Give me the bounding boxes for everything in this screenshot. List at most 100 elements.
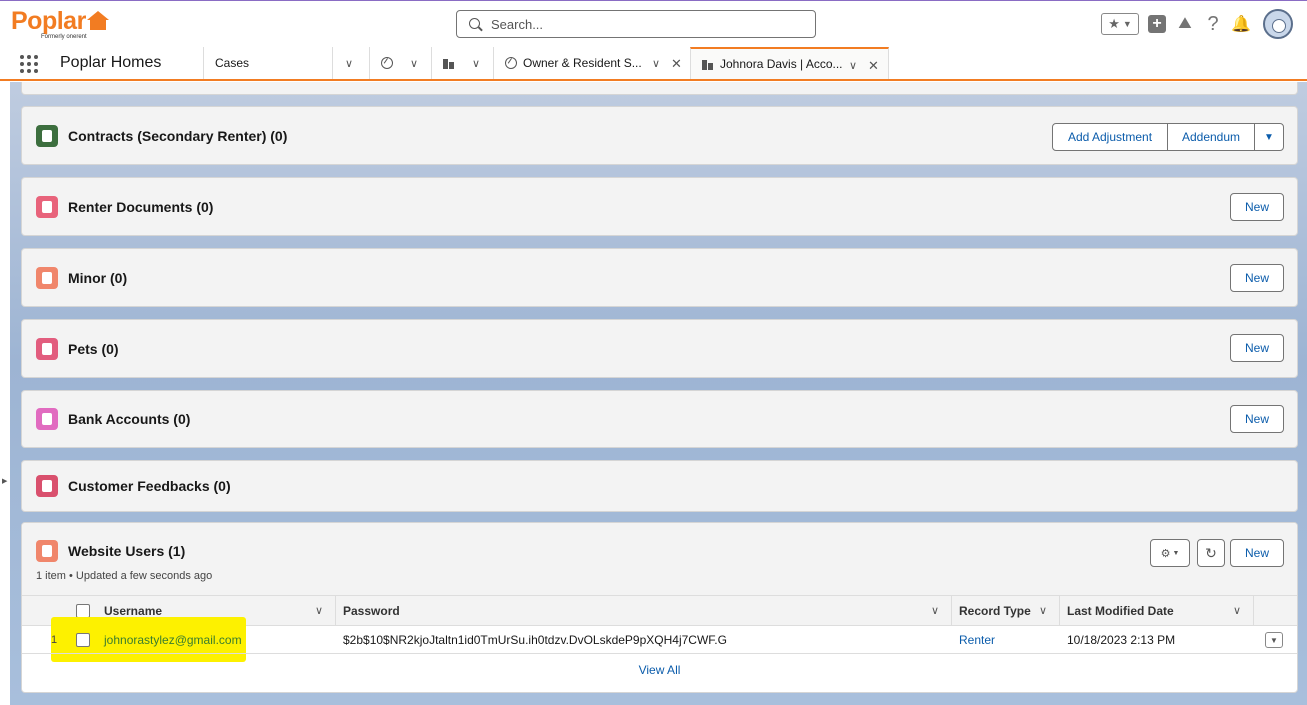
globe-icon [381,57,393,69]
new-button[interactable]: New [1230,539,1284,567]
new-button[interactable]: New [1230,264,1284,292]
card-title[interactable]: Renter Documents (0) [68,199,213,215]
gear-icon: ⚙ [1160,547,1171,560]
column-label: Username [104,604,163,618]
close-tab-icon[interactable]: ✕ [671,56,682,72]
website-users-related-list: Website Users (1) 1 item • Updated a few… [21,522,1298,693]
global-header: Poplar Formerly onerent Search... ★ ▼ + ⛰… [0,0,1307,47]
customer-feedbacks-related-list: Customer Feedbacks (0) [21,460,1298,512]
card-title[interactable]: Minor (0) [68,270,127,286]
card-header: Minor (0) [36,249,127,306]
chevron-down-icon: ▼ [1122,19,1132,29]
notifications-bell-icon[interactable]: 🔔 [1231,13,1251,35]
row-select-checkbox[interactable] [76,633,90,647]
tab-johnora-davis-account[interactable]: Johnora Davis | Acco... ∨ ✕ [690,47,889,79]
renter-documents-related-list: Renter Documents (0) New [21,177,1298,236]
favorites-button[interactable]: ★ ▼ [1101,13,1139,35]
card-title[interactable]: Bank Accounts (0) [68,411,190,427]
addendum-button[interactable]: Addendum [1167,123,1255,151]
refresh-icon: ↻ [1205,544,1217,561]
people-icon [36,266,58,289]
globe-icon [505,57,517,69]
column-header-record-type[interactable]: Record Type ∨ [952,596,1060,626]
poplar-logo[interactable]: Poplar Formerly onerent [11,9,109,40]
card-header: Bank Accounts (0) [36,391,190,447]
chevron-down-icon: ∨ [410,58,419,70]
global-search-input[interactable]: Search... [456,10,816,38]
tab-label: Owner & Resident S... [523,56,642,70]
refresh-button[interactable]: ↻ [1197,539,1225,567]
tab-label: Cases [215,56,250,70]
chevron-down-icon[interactable]: ∨ [931,604,939,617]
tab-owner-resident[interactable]: Owner & Resident S... ∨ ✕ [493,47,690,79]
more-actions-dropdown-button[interactable]: ▼ [1254,123,1284,151]
card-title[interactable]: Customer Feedbacks (0) [68,478,231,494]
chevron-down-icon[interactable]: ∨ [1233,604,1241,617]
people-icon [36,539,58,562]
tab-building[interactable]: ∨ [431,47,493,79]
logo-text: Poplar [11,7,86,35]
row-actions-cell: ▼ [1258,626,1288,654]
card-title[interactable]: Website Users (1) [68,543,185,559]
new-button[interactable]: New [1230,334,1284,362]
chevron-down-icon: ▼ [1264,131,1274,143]
search-icon [469,18,480,29]
global-actions-button[interactable]: + [1147,13,1167,35]
new-button[interactable]: New [1230,193,1284,221]
expand-arrow-icon[interactable]: ▶ [2,477,7,485]
bell-icon [36,195,58,218]
pets-related-list: Pets (0) New [21,319,1298,378]
card-title[interactable]: Pets (0) [68,341,119,357]
tab-cases[interactable]: Cases [203,47,332,79]
building-icon [702,58,714,70]
app-launcher-icon[interactable] [20,55,38,73]
logo-subtitle: Formerly onerent [41,34,87,40]
close-tab-icon[interactable]: ✕ [868,58,879,74]
building-icon [443,57,455,69]
help-icon[interactable]: ? [1203,13,1223,35]
chevron-down-icon[interactable]: ∨ [652,57,660,70]
search-placeholder: Search... [491,17,544,32]
password-cell: $2b$10$NR2kjoJtaltn1id0TmUrSu.ih0tdzv.Dv… [343,633,727,647]
list-status-text: 1 item • Updated a few seconds ago [36,570,213,582]
app-navigation-bar: Poplar Homes Cases ∨ ∨ ∨ Owner & Residen… [0,47,1307,81]
row-actions-menu-button[interactable]: ▼ [1265,632,1283,648]
card-header-bg [22,523,1297,595]
list-settings-button[interactable]: ⚙ ▼ [1150,539,1190,567]
select-all-checkbox[interactable] [76,604,90,618]
record-type-link[interactable]: Renter [959,633,995,647]
left-collapse-strip [0,82,10,705]
view-all-link[interactable]: View All [639,663,681,677]
card-header: Pets (0) [36,320,119,377]
chevron-down-icon: ∨ [472,58,481,70]
row-number: 1 [51,634,58,646]
card-header: Customer Feedbacks (0) [36,461,231,511]
chevron-down-icon[interactable]: ∨ [849,59,857,72]
contracts-related-list: Contracts (Secondary Renter) (0) Add Adj… [21,106,1298,165]
hand-coin-icon [36,408,58,430]
card-header: Renter Documents (0) [36,178,213,235]
username-link[interactable]: johnorastylez@gmail.com [104,633,242,647]
column-header-password[interactable]: Password ∨ [336,596,952,626]
new-button[interactable]: New [1230,405,1284,433]
plus-icon: + [1148,15,1166,33]
user-avatar[interactable] [1263,9,1293,39]
add-adjustment-button[interactable]: Add Adjustment [1052,123,1168,151]
tab-cases-dropdown[interactable]: ∨ [332,47,369,79]
column-header-last-modified-date[interactable]: Last Modified Date ∨ [1060,596,1254,626]
card-header: Contracts (Secondary Renter) (0) [36,107,287,164]
chevron-down-icon[interactable]: ∨ [315,604,323,617]
house-icon [86,11,109,30]
view-all-footer: View All [22,663,1297,677]
contract-document-icon [36,124,58,147]
column-label: Last Modified Date [1067,604,1174,618]
star-icon: ★ [1108,16,1120,31]
trailhead-icon[interactable]: ⛰ [1175,13,1195,35]
column-label: Record Type [959,604,1031,618]
card-title[interactable]: Contracts (Secondary Renter) (0) [68,128,287,144]
app-name: Poplar Homes [60,54,162,71]
chevron-down-icon[interactable]: ∨ [1039,604,1047,617]
archive-box-icon [36,337,58,360]
column-label: Password [343,604,400,618]
tab-globe[interactable]: ∨ [369,47,431,79]
